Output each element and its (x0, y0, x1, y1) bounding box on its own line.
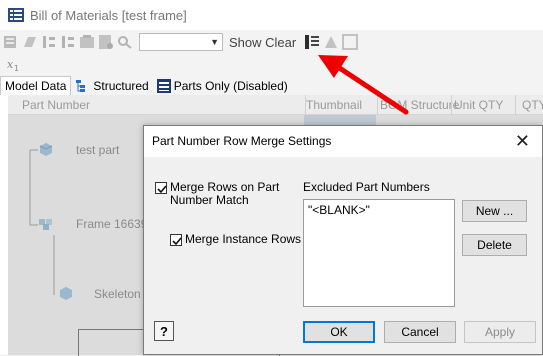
dialog-title-bar: Part Number Row Merge Settings ✕ (144, 126, 542, 157)
checkmark-icon (172, 237, 182, 246)
merge-rows-label-line2[interactable]: Number Match (170, 194, 249, 207)
close-icon[interactable]: ✕ (515, 131, 530, 152)
ok-button[interactable]: OK (303, 321, 375, 343)
merge-instance-rows-checkbox[interactable] (170, 234, 182, 246)
checkmark-icon (157, 185, 167, 194)
cancel-button[interactable]: Cancel (384, 321, 456, 343)
merge-rows-checkbox[interactable] (155, 182, 167, 194)
bom-window: Bill of Materials [test frame] ▼ Show Cl… (0, 0, 543, 356)
new-button[interactable]: New ... (462, 200, 527, 222)
dialog-title: Part Number Row Merge Settings (152, 134, 332, 148)
delete-button[interactable]: Delete (462, 234, 527, 256)
help-icon: ? (160, 323, 168, 339)
row-merge-settings-dialog: Part Number Row Merge Settings ✕ Merge R… (143, 125, 543, 355)
apply-button[interactable]: Apply (464, 321, 536, 343)
excluded-part-numbers-list[interactable]: "<BLANK>" (303, 199, 455, 307)
merge-instance-rows-label[interactable]: Merge Instance Rows (185, 233, 301, 246)
help-button[interactable]: ? (154, 321, 174, 341)
excluded-part-numbers-label: Excluded Part Numbers (303, 180, 430, 194)
list-item[interactable]: "<BLANK>" (308, 203, 370, 217)
